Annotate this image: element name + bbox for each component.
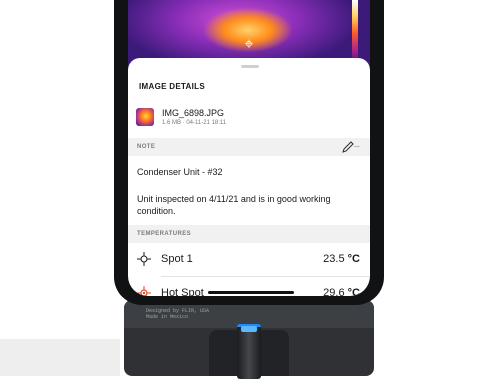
section-title: IMAGE DETAILS	[139, 82, 205, 91]
gray-background-strip	[0, 339, 120, 376]
note-body-line1: Unit inspected on 4/11/21 and is in good…	[137, 194, 331, 204]
note-body-line2: condition.	[137, 206, 176, 216]
temperatures-label: TEMPERATURES	[137, 231, 192, 237]
image-details-sheet: IMAGE DETAILS IMG_6898.JPG 1.6 MB · 04-1…	[128, 58, 370, 296]
attachment-led	[241, 326, 257, 332]
spot-value: 29.6 °C	[323, 287, 360, 296]
note-header: NOTE ...	[128, 138, 370, 156]
crosshair-icon: ⌖	[244, 36, 254, 53]
color-scale-bar	[352, 0, 358, 66]
spot-value: 23.5 °C	[323, 253, 360, 265]
file-meta: 1.6 MB · 04-11-21 18:11	[162, 120, 227, 126]
note-title: Condenser Unit - #32	[137, 167, 223, 177]
spot-name: Hot Spot	[161, 287, 204, 296]
thermal-camera-attachment: Designed by FLIR, USA Made in Mexico	[124, 300, 374, 379]
hot-spot-crosshair-icon	[137, 286, 151, 296]
home-indicator[interactable]	[208, 291, 294, 294]
spot-name: Spot 1	[161, 253, 193, 265]
thermal-image-preview: ⌖	[128, 0, 370, 66]
image-thumbnail[interactable]	[136, 108, 154, 126]
spot-value-number: 23.5	[323, 253, 345, 265]
spot-crosshair-icon	[137, 252, 151, 266]
spot-value-unit: °C	[347, 253, 360, 265]
row-divider	[161, 276, 370, 277]
sheet-grabber[interactable]	[241, 65, 259, 68]
temperatures-header: TEMPERATURES	[128, 225, 370, 243]
edit-pencil-icon[interactable]: ...	[341, 140, 361, 154]
file-name: IMG_6898.JPG	[162, 108, 225, 118]
temperature-row-spot-1[interactable]: Spot 1 23.5 °C	[128, 246, 370, 272]
edit-ellipsis: ...	[354, 142, 360, 149]
attachment-knob	[237, 324, 261, 379]
attachment-printed-text: Designed by FLIR, USA Made in Mexico	[146, 308, 210, 320]
spot-value-number: 29.6	[323, 287, 345, 296]
note-label: NOTE	[137, 144, 156, 150]
spot-value-unit: °C	[347, 287, 360, 296]
